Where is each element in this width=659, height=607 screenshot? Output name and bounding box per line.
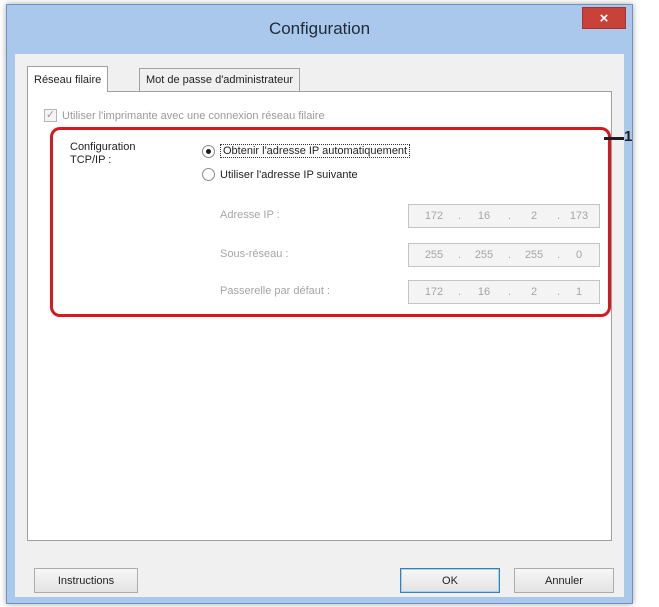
cancel-button[interactable]: Annuler (514, 568, 614, 593)
checkmark-icon: ✓ (45, 109, 56, 121)
tcpip-group-label: Configuration TCP/IP : (70, 141, 135, 167)
ip-octet-4: 173 (569, 210, 589, 222)
close-button[interactable]: × (582, 7, 626, 29)
window-title: Configuration (268, 19, 371, 38)
ip-octet-3: 2 (530, 210, 538, 222)
tab-panel-reseau-filaire: ✓ Utiliser l'imprimante avec une connexi… (27, 91, 612, 541)
subnet-octet-2: 255 (474, 249, 494, 261)
ip-separator: . (508, 210, 512, 222)
gateway-separator: . (557, 286, 561, 298)
annotation-leader-line (604, 137, 624, 140)
gateway-octet-3: 2 (530, 286, 538, 298)
wired-connection-label: Utiliser l'imprimante avec une connexion… (62, 109, 325, 122)
gateway-octet-2: 16 (477, 286, 491, 298)
gateway-separator: . (508, 286, 512, 298)
subnet-separator: . (557, 249, 561, 261)
gateway-field[interactable]: 172 . 16 . 2 . 1 (408, 280, 600, 304)
close-icon: × (599, 9, 609, 27)
ip-separator: . (458, 210, 462, 222)
gateway-octet-4: 1 (575, 286, 583, 298)
radio-auto-ip-row[interactable]: Obtenir l'adresse IP automatiquement (202, 144, 411, 158)
radio-dot-icon[interactable] (202, 144, 215, 158)
radio-auto-ip-label[interactable]: Obtenir l'adresse IP automatiquement (220, 144, 411, 158)
annotation-number: 1 (624, 128, 633, 145)
tcpip-label-line2: TCP/IP : (70, 154, 112, 166)
ip-address-field[interactable]: 172 . 16 . 2 . 173 (408, 204, 600, 228)
dialog-client-area: Réseau filaire Mot de passe d'administra… (15, 54, 624, 597)
instructions-button[interactable]: Instructions (34, 568, 138, 593)
subnet-label: Sous-réseau : (220, 248, 289, 260)
configuration-dialog: Configuration × Réseau filaire Mot de pa… (6, 4, 633, 604)
radio-manual-ip-row[interactable]: Utiliser l'adresse IP suivante (202, 168, 358, 181)
subnet-octet-4: 0 (575, 249, 583, 261)
ip-octet-1: 172 (424, 210, 444, 222)
subnet-octet-3: 255 (524, 249, 544, 261)
wired-connection-checkbox-row: ✓ Utiliser l'imprimante avec une connexi… (44, 109, 325, 122)
subnet-separator: . (458, 249, 462, 261)
title-bar[interactable]: Configuration × (7, 5, 632, 54)
ok-button[interactable]: OK (400, 568, 500, 593)
tab-mot-de-passe-administrateur[interactable]: Mot de passe d'administrateur (139, 68, 301, 91)
tab-reseau-filaire[interactable]: Réseau filaire (27, 66, 109, 92)
ip-separator: . (557, 210, 561, 222)
subnet-field[interactable]: 255 . 255 . 255 . 0 (408, 243, 600, 267)
gateway-octet-1: 172 (424, 286, 444, 298)
subnet-octet-1: 255 (424, 249, 444, 261)
ip-address-label: Adresse IP : (220, 209, 280, 221)
radio-manual-ip-label[interactable]: Utiliser l'adresse IP suivante (220, 169, 358, 181)
ip-octet-2: 16 (477, 210, 491, 222)
gateway-label: Passerelle par défaut : (220, 285, 331, 297)
radio-circle-icon[interactable] (202, 168, 215, 181)
gateway-separator: . (458, 286, 462, 298)
tcpip-label-line1: Configuration (70, 141, 136, 153)
wired-connection-checkbox[interactable]: ✓ (44, 109, 57, 122)
subnet-separator: . (508, 249, 512, 261)
